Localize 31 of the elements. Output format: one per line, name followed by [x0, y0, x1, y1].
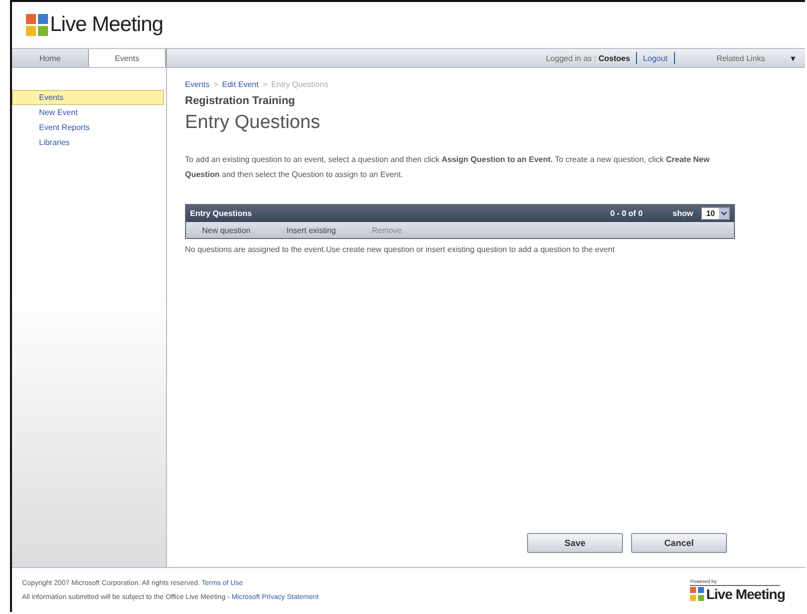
breadcrumb-link[interactable]: Events [185, 80, 210, 89]
logged-in-text: Logged in as : Costoes [546, 54, 630, 62]
panel-title: Entry Questions [190, 209, 252, 218]
logout-link[interactable]: Logout [643, 54, 668, 62]
logo-icon [690, 586, 704, 600]
page-size-select[interactable]: 10 [701, 207, 730, 220]
logo-text: Live Meeting [50, 13, 164, 37]
sidebar-item[interactable]: Libraries [12, 135, 164, 150]
show-label: show [672, 209, 694, 218]
caret-icon[interactable]: ▾ [791, 54, 795, 62]
logo-icon [26, 14, 48, 36]
cancel-button[interactable]: Cancel [631, 533, 727, 553]
sidebar-item[interactable]: Event Reports [12, 120, 164, 135]
page-title: Entry Questions [185, 112, 322, 134]
chevron-down-icon[interactable] [719, 208, 729, 219]
action-link[interactable]: New question [202, 226, 250, 234]
page-count: 0 - 0 of 0 [610, 209, 643, 218]
breadcrumb-link[interactable]: Edit Event [222, 80, 259, 89]
tab[interactable]: Home [12, 49, 89, 67]
breadcrumb-separator: > [213, 80, 218, 89]
empty-message: No questions are assigned to the event.Use create new question or insert existing question to add a question to the event [185, 244, 616, 256]
related-links[interactable]: Related Links [716, 54, 765, 62]
breadcrumb-separator: > [262, 80, 268, 89]
save-button[interactable]: Save [527, 533, 623, 553]
action-link[interactable]: Insert existing [286, 226, 336, 234]
sidebar-item[interactable]: Events [12, 90, 164, 105]
event-name: Registration Training [185, 95, 296, 107]
instructions-text: To add an existing question to an event, select a question and then click Assign Question to an Event. To create a new question, click Create New Question and then select the Question to assign to an Event. [185, 154, 711, 181]
breadcrumb-current: Entry Questions [271, 80, 328, 89]
sidebar-item[interactable]: New Event [12, 105, 164, 120]
logo-text: Live Meeting [706, 586, 785, 602]
